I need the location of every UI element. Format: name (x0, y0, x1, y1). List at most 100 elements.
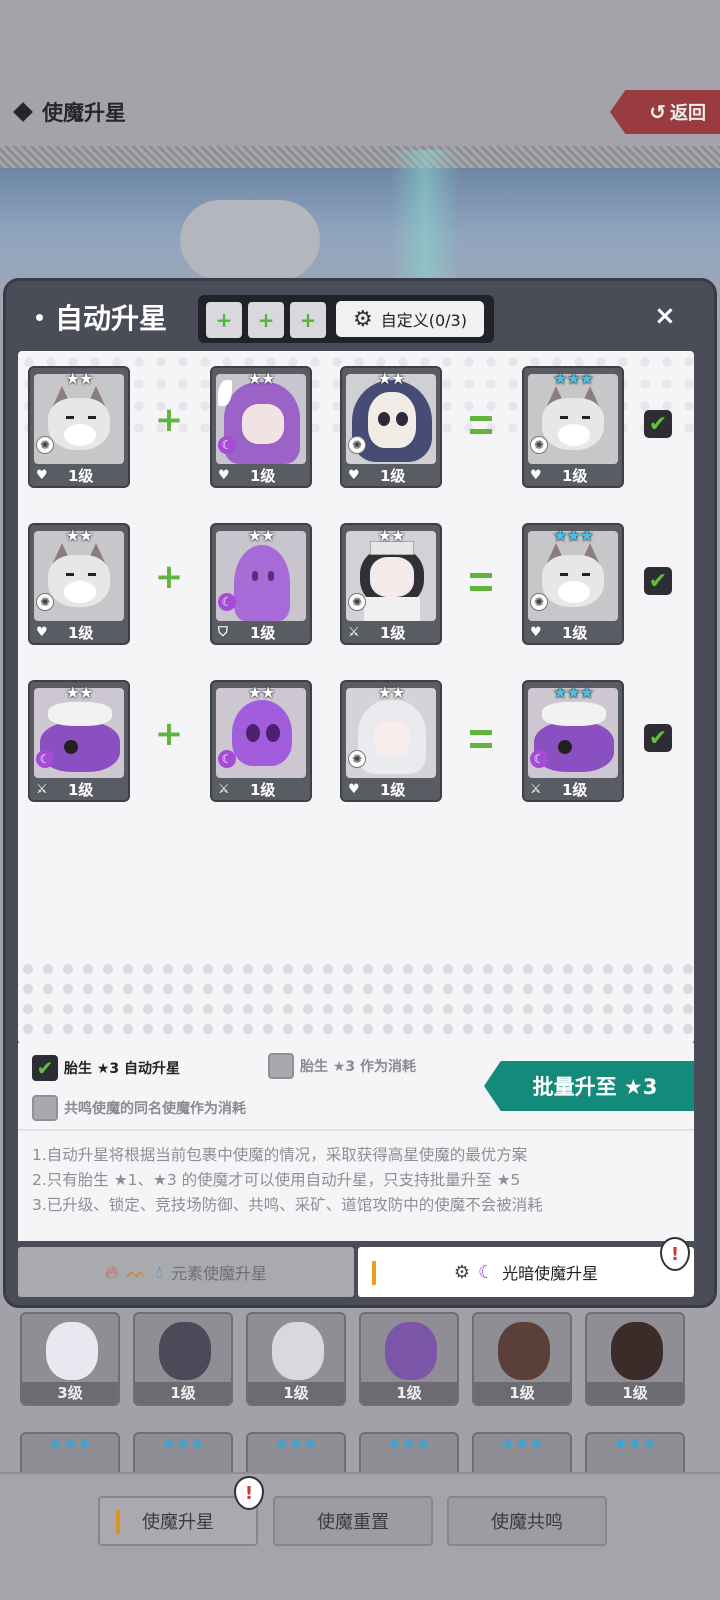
option-label: 胎生 ★3 自动升星 (64, 1061, 181, 1077)
background-monster-card[interactable]: 1级 (359, 1312, 459, 1406)
fire-icon: 🔥︎ (105, 1261, 119, 1283)
sun-icon: ⚙ (453, 1261, 470, 1283)
monster-card[interactable]: ★★ ☾ ⚔ 1级 (28, 680, 130, 802)
monster-portrait (611, 1322, 663, 1380)
plus-icon: + (154, 400, 184, 440)
checkbox-unchecked[interactable] (32, 1095, 58, 1121)
moon-icon: ☾ (218, 593, 236, 611)
result-monster-card[interactable]: ★★★ ✺ ♥ 1级 (522, 366, 624, 488)
row-checkbox[interactable]: ✔ (644, 410, 672, 438)
return-arrow-icon: ↺ (649, 100, 666, 124)
monster-card[interactable]: ★★ ✺ ♥ 1级 (340, 680, 442, 802)
star-rating: ★★ (377, 683, 406, 702)
option-label: 共鸣使魔的同名使魔作为消耗 (64, 1101, 246, 1117)
back-button[interactable]: ↺ 返回 (610, 90, 720, 134)
moon-icon: ☾ (218, 436, 236, 454)
preset-slot-group: + + + ⚙ 自定义(0/3) (198, 295, 494, 343)
checkbox-checked[interactable]: ✔ (32, 1055, 58, 1081)
tab-resonance[interactable]: 使魔共鸣 (447, 1496, 607, 1546)
equals-icon (470, 416, 492, 434)
background-monster-card[interactable]: 1级 (133, 1312, 233, 1406)
star-rating: ★★ (65, 369, 94, 388)
background-monster-card[interactable]: ★★★ (133, 1432, 233, 1472)
result-monster-card[interactable]: ★★★ ✺ ♥ 1级 (522, 523, 624, 645)
star-rating: ★★ (377, 369, 406, 388)
mode-tabs: 🔥︎ ᨓ 💧︎ 元素使魔升星 ⚙ ☾ 光暗使魔升星 (18, 1247, 694, 1299)
star-rating: ★★ (247, 526, 276, 545)
dot-pattern (18, 959, 694, 1044)
note-line: 2.只有胎生 ★1、★3 的使魔才可以使用自动升星，只支持批量升至 ★5 (32, 1171, 521, 1189)
background-monster-card[interactable]: 3级 (20, 1312, 120, 1406)
recipe-row: ★★ ✺ ♥ 1级 + ★★ ☾ ♥ 1级 ★★ ✺ ♥ 1级 ★★★ ✺ ♥ 1级 ✔ (18, 366, 694, 496)
tab-elemental[interactable]: 🔥︎ ᨓ 💧︎ 元素使魔升星 (18, 1247, 354, 1297)
monster-card[interactable]: ★★ ✺ ♥ 1级 (28, 523, 130, 645)
option-auto-upgrade[interactable]: ✔ 胎生 ★3 自动升星 (32, 1055, 180, 1081)
option-consume[interactable]: 胎生 ★3 作为消耗 (268, 1053, 416, 1079)
monster-portrait (46, 1322, 98, 1380)
moon-icon: ☾ (218, 750, 236, 768)
level-label: 1级 (68, 623, 94, 642)
monster-card[interactable]: ★★ ✺ ♥ 1级 (340, 366, 442, 488)
tab-label: 使魔重置 (317, 1512, 389, 1533)
tab-light-dark[interactable]: ⚙ ☾ 光暗使魔升星 (358, 1247, 694, 1297)
monster-card[interactable]: ★★ ☾ ⛉ 1级 (210, 523, 312, 645)
level-label: 1级 (380, 623, 406, 642)
star-rating: ★★★ (552, 369, 594, 388)
note-line: 1.自动升星将根据当前包裹中使魔的情况，采取获得高星使魔的最优方案 (32, 1146, 528, 1164)
custom-button[interactable]: ⚙ 自定义(0/3) (336, 301, 484, 337)
role-icon: ♥ (530, 467, 542, 483)
equals-icon (470, 573, 492, 591)
star-rating: ★★ (377, 526, 406, 545)
monster-card[interactable]: ★★ ✺ ♥ 1级 (28, 366, 130, 488)
preset-slot-3[interactable]: + (290, 302, 326, 338)
tab-reset[interactable]: 使魔重置 (273, 1496, 433, 1546)
background-monster-card[interactable]: 1级 (472, 1312, 572, 1406)
level-label: 1级 (250, 780, 276, 799)
option-label: 胎生 ★3 作为消耗 (300, 1059, 417, 1075)
moon-icon: ☾ (530, 750, 548, 768)
level-label: 1级 (587, 1382, 683, 1404)
sun-icon: ✺ (348, 436, 366, 454)
row-checkbox[interactable]: ✔ (644, 567, 672, 595)
background-monster-card[interactable]: 1级 (246, 1312, 346, 1406)
monster-card[interactable]: ★★ ☾ ⚔ 1级 (210, 680, 312, 802)
monster-card[interactable]: ★★ ☾ ♥ 1级 (210, 366, 312, 488)
level-label: 1级 (361, 1382, 457, 1404)
preset-slot-1[interactable]: + (206, 302, 242, 338)
dialog-title-text: 自动升星 (55, 302, 168, 335)
level-label: 3级 (22, 1382, 118, 1404)
background-monster-card[interactable]: 1级 (585, 1312, 685, 1406)
card-footer: ♥ 1级 (524, 464, 622, 486)
cloud (180, 200, 320, 280)
background-monster-card[interactable]: ★★★ (585, 1432, 685, 1472)
star-rating: ★★ (247, 369, 276, 388)
card-footer: ♥ 1级 (30, 464, 128, 486)
note-line: 3.已升级、锁定、竞技场防御、共鸣、采矿、道馆攻防中的使魔不会被消耗 (32, 1196, 543, 1214)
level-label: 1级 (474, 1382, 570, 1404)
option-resonance[interactable]: 共鸣使魔的同名使魔作为消耗 (32, 1095, 246, 1121)
level-label: 1级 (135, 1382, 231, 1404)
background-monster-card[interactable]: ★★★ (20, 1432, 120, 1472)
preset-slot-2[interactable]: + (248, 302, 284, 338)
background-monster-card[interactable]: ★★★ (472, 1432, 572, 1472)
role-icon: ⛉ (218, 624, 228, 640)
tab-star-upgrade[interactable]: 使魔升星 (98, 1496, 258, 1546)
row-checkbox[interactable]: ✔ (644, 724, 672, 752)
checkbox-unchecked[interactable] (268, 1053, 294, 1079)
sun-icon: ✺ (348, 750, 366, 768)
background-monster-card[interactable]: ★★★ (246, 1432, 346, 1472)
close-button[interactable]: × (654, 301, 676, 331)
level-label: 1级 (250, 623, 276, 642)
sun-icon: ✺ (530, 593, 548, 611)
page-title: 使魔升星 (13, 97, 126, 127)
level-label: 1级 (380, 780, 406, 799)
gear-icon: ⚙ (353, 306, 373, 332)
selected-indicator (116, 1510, 120, 1534)
role-icon: ⚔ (348, 624, 360, 640)
result-monster-card[interactable]: ★★★ ☾ ⚔ 1级 (522, 680, 624, 802)
background-monster-card[interactable]: ★★★ (359, 1432, 459, 1472)
monster-card[interactable]: ★★ ✺ ⚔ 1级 (340, 523, 442, 645)
equals-icon (470, 730, 492, 748)
batch-upgrade-button[interactable]: 批量升至 ★3 (484, 1061, 694, 1111)
dialog-title: 自动升星 (36, 297, 167, 337)
